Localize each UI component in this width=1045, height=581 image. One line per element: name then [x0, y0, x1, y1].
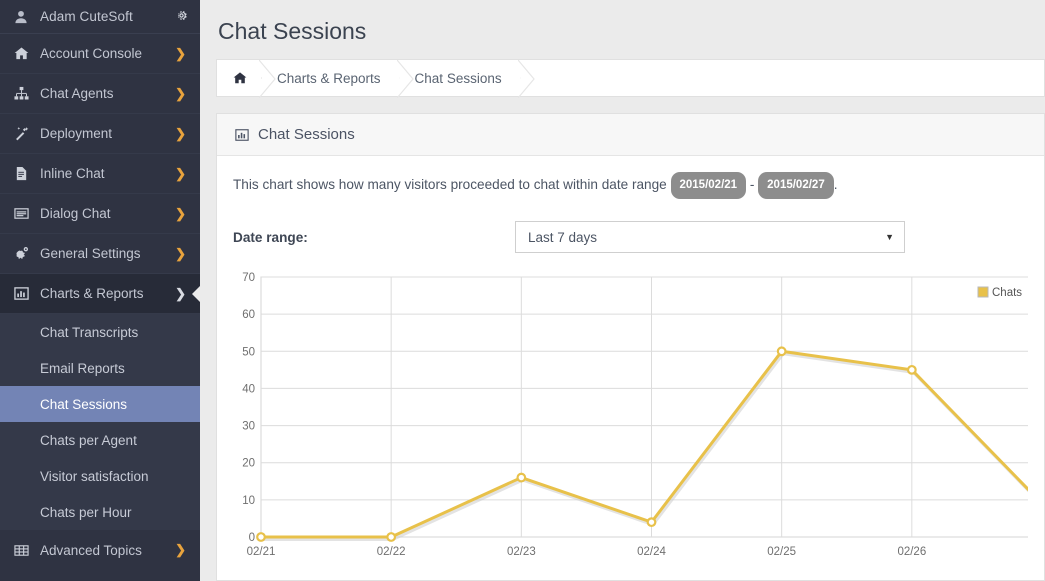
- breadcrumb-home[interactable]: [217, 60, 261, 96]
- sidebar-subitem-label: Email Reports: [40, 361, 125, 376]
- date-range-label: Date range:: [233, 230, 515, 245]
- sidebar-item-charts-reports[interactable]: Charts & Reports ❯: [0, 274, 200, 314]
- sidebar-subitem-chats-per-agent[interactable]: Chats per Agent: [0, 422, 200, 458]
- svg-text:02/24: 02/24: [637, 546, 666, 558]
- sidebar-subitem-label: Chat Transcripts: [40, 325, 138, 340]
- date-separator: -: [750, 177, 755, 192]
- gear-icon[interactable]: [175, 9, 188, 25]
- chevron-right-icon: ❯: [175, 206, 186, 222]
- sidebar-item-dialog-chat[interactable]: Dialog Chat ❯: [0, 194, 200, 234]
- sidebar-item-deployment[interactable]: Deployment ❯: [0, 114, 200, 154]
- sidebar-item-label: Deployment: [40, 126, 175, 141]
- sidebar-subitem-label: Chat Sessions: [40, 397, 127, 412]
- svg-text:60: 60: [242, 309, 255, 321]
- magic-wand-icon: [14, 126, 34, 141]
- svg-text:10: 10: [242, 495, 255, 507]
- chart-panel: Chat Sessions This chart shows how many …: [216, 113, 1045, 581]
- caret-down-icon: ▼: [885, 232, 894, 242]
- svg-text:Chats: Chats: [992, 287, 1022, 299]
- page-title: Chat Sessions: [200, 0, 1045, 59]
- svg-text:02/23: 02/23: [507, 546, 536, 558]
- sidebar-item-label: Inline Chat: [40, 166, 175, 181]
- sidebar-item-chat-agents[interactable]: Chat Agents ❯: [0, 74, 200, 114]
- sidebar-item-label: Dialog Chat: [40, 206, 175, 221]
- svg-text:70: 70: [242, 272, 255, 284]
- date-range-value: Last 7 days: [528, 230, 597, 245]
- breadcrumb-separator-icon: [518, 60, 536, 96]
- description-suffix: .: [834, 177, 838, 192]
- sitemap-icon: [14, 86, 34, 101]
- home-icon: [14, 46, 34, 61]
- date-start-badge: 2015/02/21: [671, 172, 747, 199]
- date-range-select[interactable]: Last 7 days ▼: [515, 221, 905, 253]
- breadcrumb-label: Charts & Reports: [277, 71, 381, 86]
- bar-chart-icon: [235, 128, 249, 142]
- main-content: Chat Sessions Charts & Reports Chat Sess…: [200, 0, 1045, 581]
- sidebar-user-row[interactable]: Adam CuteSoft: [0, 0, 200, 34]
- panel-body: This chart shows how many visitors proce…: [217, 156, 1044, 580]
- description-prefix: This chart shows how many visitors proce…: [233, 177, 667, 192]
- svg-text:50: 50: [242, 346, 255, 358]
- window-icon: [14, 206, 34, 221]
- user-icon: [14, 10, 30, 24]
- sidebar-subitem-label: Chats per Hour: [40, 505, 132, 520]
- svg-text:02/22: 02/22: [377, 546, 406, 558]
- breadcrumb-label: Chat Sessions: [415, 71, 502, 86]
- svg-text:02/21: 02/21: [247, 546, 276, 558]
- sidebar-item-general-settings[interactable]: General Settings ❯: [0, 234, 200, 274]
- sidebar-item-label: Chat Agents: [40, 86, 175, 101]
- chart-description: This chart shows how many visitors proce…: [233, 172, 1028, 199]
- sidebar-item-inline-chat[interactable]: Inline Chat ❯: [0, 154, 200, 194]
- sidebar-item-label: General Settings: [40, 246, 175, 261]
- sidebar-subitem-visitor-satisfaction[interactable]: Visitor satisfaction: [0, 458, 200, 494]
- svg-text:02/25: 02/25: [767, 546, 796, 558]
- chevron-right-icon: ❯: [175, 542, 186, 558]
- app-root: Adam CuteSoft Account Console ❯: [0, 0, 1045, 581]
- sidebar-item-account-console[interactable]: Account Console ❯: [0, 34, 200, 74]
- chevron-right-icon: ❯: [175, 86, 186, 102]
- sidebar-subitem-label: Visitor satisfaction: [40, 469, 149, 484]
- chevron-right-icon: ❯: [175, 246, 186, 262]
- date-range-row: Date range: Last 7 days ▼: [233, 221, 1028, 253]
- svg-text:40: 40: [242, 383, 255, 395]
- svg-text:0: 0: [249, 532, 255, 544]
- sidebar-subitem-chat-transcripts[interactable]: Chat Transcripts: [0, 314, 200, 350]
- sidebar-subitem-label: Chats per Agent: [40, 433, 137, 448]
- table-icon: [14, 543, 34, 558]
- svg-text:30: 30: [242, 421, 255, 433]
- chevron-right-icon: ❯: [175, 166, 186, 182]
- sidebar-subitem-email-reports[interactable]: Email Reports: [0, 350, 200, 386]
- chevron-down-icon: ❯: [175, 286, 186, 302]
- svg-text:20: 20: [242, 458, 255, 470]
- breadcrumb-item-charts-reports[interactable]: Charts & Reports: [261, 60, 399, 96]
- document-icon: [14, 166, 34, 181]
- sidebar-subitem-chats-per-hour[interactable]: Chats per Hour: [0, 494, 200, 530]
- breadcrumb: Charts & Reports Chat Sessions: [216, 59, 1045, 97]
- gears-icon: [14, 246, 34, 261]
- bar-chart-icon: [14, 286, 34, 301]
- sidebar-item-label: Advanced Topics: [40, 543, 175, 558]
- chat-sessions-chart: 0 10 20 30 40 50 60 70 02/21 02/22 02/23 02/24 02/25…: [233, 269, 1028, 580]
- breadcrumb-item-chat-sessions[interactable]: Chat Sessions: [399, 60, 520, 96]
- sidebar-subitem-chat-sessions[interactable]: Chat Sessions: [0, 386, 200, 422]
- panel-title: Chat Sessions: [258, 126, 355, 143]
- date-end-badge: 2015/02/27: [758, 172, 834, 199]
- svg-text:02/26: 02/26: [897, 546, 926, 558]
- chevron-right-icon: ❯: [175, 46, 186, 62]
- sidebar-item-label: Charts & Reports: [40, 286, 175, 301]
- user-name: Adam CuteSoft: [40, 9, 175, 24]
- chevron-right-icon: ❯: [175, 126, 186, 142]
- sidebar: Adam CuteSoft Account Console ❯: [0, 0, 200, 581]
- sidebar-item-label: Account Console: [40, 46, 175, 61]
- sidebar-item-advanced-topics[interactable]: Advanced Topics ❯: [0, 530, 200, 570]
- panel-header: Chat Sessions: [217, 114, 1044, 156]
- chart-svg: 0 10 20 30 40 50 60 70 02/21 02/22 02/23 02/24 02/25…: [233, 269, 1028, 569]
